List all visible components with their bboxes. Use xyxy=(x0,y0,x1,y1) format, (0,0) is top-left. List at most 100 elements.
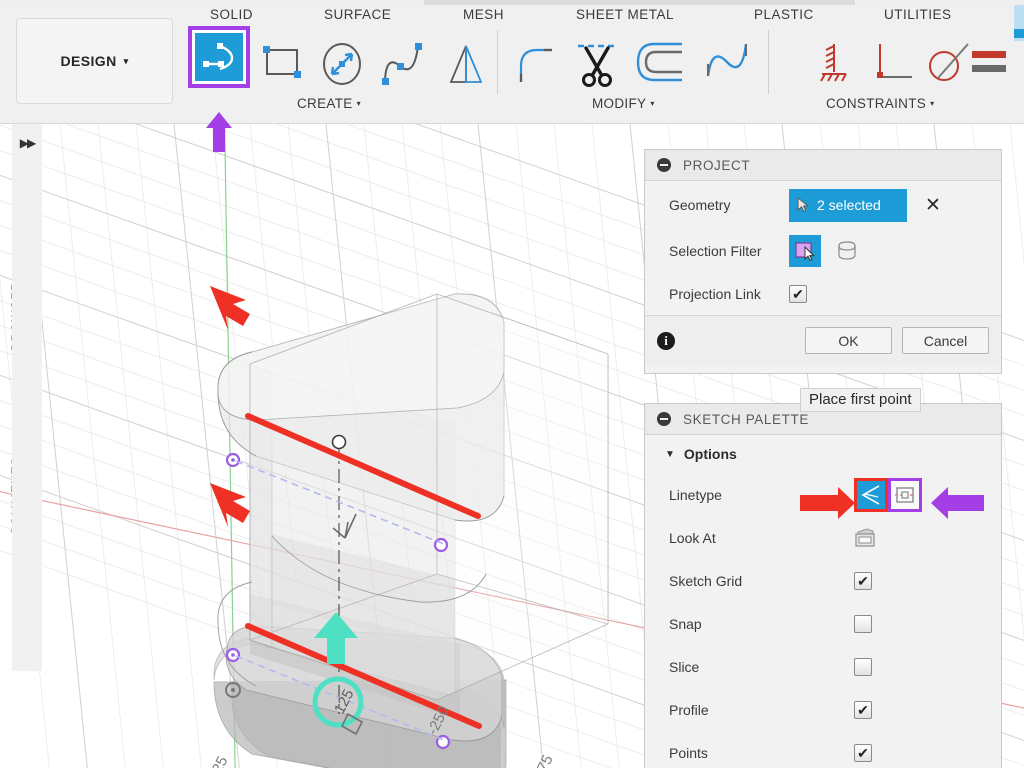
linetype-normal-button[interactable] xyxy=(854,477,888,512)
info-icon[interactable]: i xyxy=(657,331,675,350)
points-checkbox[interactable]: ✔ xyxy=(854,743,872,762)
create-label-text: CREATE xyxy=(297,96,353,111)
normal-line-icon xyxy=(861,484,880,505)
ok-button[interactable]: OK xyxy=(805,327,892,354)
tab-plastic[interactable]: PLASTIC xyxy=(754,7,814,22)
profile-checkbox[interactable]: ✔ xyxy=(854,700,872,719)
circle-icon xyxy=(323,43,361,85)
constraints-label-text: CONSTRAINTS xyxy=(826,96,927,111)
project-dialog-footer: i OK Cancel xyxy=(645,315,1001,365)
selection-filter-body-button[interactable] xyxy=(831,235,863,267)
slice-checkbox[interactable] xyxy=(854,657,872,676)
collapse-icon[interactable] xyxy=(657,412,671,426)
left-rail xyxy=(12,124,42,671)
check-icon: ✔ xyxy=(857,572,869,589)
ribbon-strip-right xyxy=(855,0,1024,5)
body-filter-icon xyxy=(838,240,856,260)
ribbon: DESIGN ▾ SOLID SURFACE MESH SHEET METAL … xyxy=(0,0,1024,124)
rectangle-tool-button[interactable] xyxy=(258,38,306,86)
selection-filter-face-button[interactable] xyxy=(789,234,821,267)
constraints-group-label[interactable]: CONSTRAINTS ▾ xyxy=(826,96,934,111)
check-icon: ✔ xyxy=(792,285,804,302)
linetype-construction-button[interactable] xyxy=(888,477,922,512)
check-icon: ✔ xyxy=(857,701,869,718)
trim-tool-button[interactable] xyxy=(570,34,624,90)
modify-label-text: MODIFY xyxy=(592,96,647,111)
lookat-row: Look At xyxy=(645,516,1001,559)
look-at-button[interactable] xyxy=(854,527,876,548)
scissors-icon xyxy=(578,44,614,87)
spline-icon xyxy=(382,43,422,85)
rectangle-icon xyxy=(263,46,301,78)
spline-tool-button[interactable] xyxy=(376,36,430,90)
cursor-icon xyxy=(797,197,810,213)
options-section-header[interactable]: ▼ Options xyxy=(645,435,1001,473)
ribbon-strip-left xyxy=(0,0,424,5)
sketch-palette: SKETCH PALETTE ▼ Options Linetype Look A… xyxy=(644,403,1002,768)
tab-surface[interactable]: SURFACE xyxy=(324,7,391,22)
projection-link-row: Projection Link ✔ xyxy=(645,272,1001,315)
check-icon: ✔ xyxy=(857,744,869,761)
sketch-grid-row: Sketch Grid ✔ xyxy=(645,559,1001,602)
snap-label: Snap xyxy=(669,615,702,632)
points-label: Points xyxy=(669,744,708,761)
line-tool-icon xyxy=(195,33,243,81)
sketch-grid-label: Sketch Grid xyxy=(669,572,743,589)
tab-solid[interactable]: SOLID xyxy=(210,7,253,22)
selection-filter-label: Selection Filter xyxy=(669,242,762,259)
tab-mesh[interactable]: MESH xyxy=(463,7,504,22)
fix-unfix-tool-button[interactable] xyxy=(812,36,856,88)
tab-utilities[interactable]: UTILITIES xyxy=(884,7,952,22)
snap-checkbox[interactable] xyxy=(854,614,872,633)
tab-sheet-metal[interactable]: SHEET METAL xyxy=(576,7,674,22)
circle-tool-button[interactable] xyxy=(316,38,368,90)
offset-icon xyxy=(636,42,682,82)
create-group-label[interactable]: CREATE ▾ xyxy=(297,96,361,111)
points-row: Points ✔ xyxy=(645,731,1001,768)
fillet-icon xyxy=(519,48,552,82)
fillet-tool-button[interactable] xyxy=(510,36,560,88)
chevron-down-icon: ▾ xyxy=(650,99,655,108)
line-tool-button[interactable] xyxy=(188,26,250,88)
clear-selection-icon[interactable]: ✕ xyxy=(925,194,941,217)
project-dialog-header: PROJECT xyxy=(645,150,1001,181)
triangle-down-icon: ▼ xyxy=(665,448,675,460)
geometry-selection-count: 2 selected xyxy=(817,197,881,213)
lookat-label: Look At xyxy=(669,529,716,546)
project-dialog-title: PROJECT xyxy=(683,157,751,173)
offset-tool-button[interactable] xyxy=(634,38,690,88)
modify-group-label[interactable]: MODIFY ▾ xyxy=(592,96,655,111)
equal-tool-button[interactable] xyxy=(968,44,1012,80)
snap-row: Snap xyxy=(645,602,1001,645)
linetype-row: Linetype xyxy=(645,473,1001,516)
perpendicular-icon xyxy=(877,44,912,78)
look-at-icon xyxy=(855,527,875,547)
ribbon-right-accent-bar xyxy=(1014,29,1024,38)
equal-icon xyxy=(972,51,1006,72)
tooltip: Place first point xyxy=(800,388,921,412)
break-icon xyxy=(706,43,748,77)
linetype-label: Linetype xyxy=(669,486,722,503)
mirror-tool-button[interactable] xyxy=(440,38,492,90)
cancel-button[interactable]: Cancel xyxy=(902,327,989,354)
projection-link-checkbox[interactable]: ✔ xyxy=(789,284,807,303)
workspace-selector[interactable]: DESIGN ▾ xyxy=(16,18,173,104)
geometry-label: Geometry xyxy=(669,197,731,213)
slice-label: Slice xyxy=(669,658,700,675)
collapse-icon[interactable] xyxy=(657,158,671,172)
ribbon-divider-1 xyxy=(497,30,498,94)
projection-link-label: Projection Link xyxy=(669,285,761,302)
break-tool-button[interactable] xyxy=(700,34,754,88)
chevron-down-icon: ▾ xyxy=(356,99,361,108)
perpendicular-tool-button[interactable] xyxy=(866,36,918,88)
options-label: Options xyxy=(683,446,737,462)
geometry-row: Geometry 2 selected ✕ xyxy=(645,181,1001,229)
construction-line-icon xyxy=(895,486,915,503)
geometry-selection-chip[interactable]: 2 selected xyxy=(789,188,907,222)
expand-panel-icon[interactable]: ▶▶ xyxy=(12,136,42,150)
chevron-down-icon: ▾ xyxy=(123,55,129,66)
workspace-label: DESIGN xyxy=(60,53,117,69)
sketch-grid-checkbox[interactable]: ✔ xyxy=(854,571,872,590)
fusion360-window: 125 0 -250 -375 -500 125 ▶▶ BROWSER COMM… xyxy=(0,0,1024,768)
slice-row: Slice xyxy=(645,645,1001,688)
